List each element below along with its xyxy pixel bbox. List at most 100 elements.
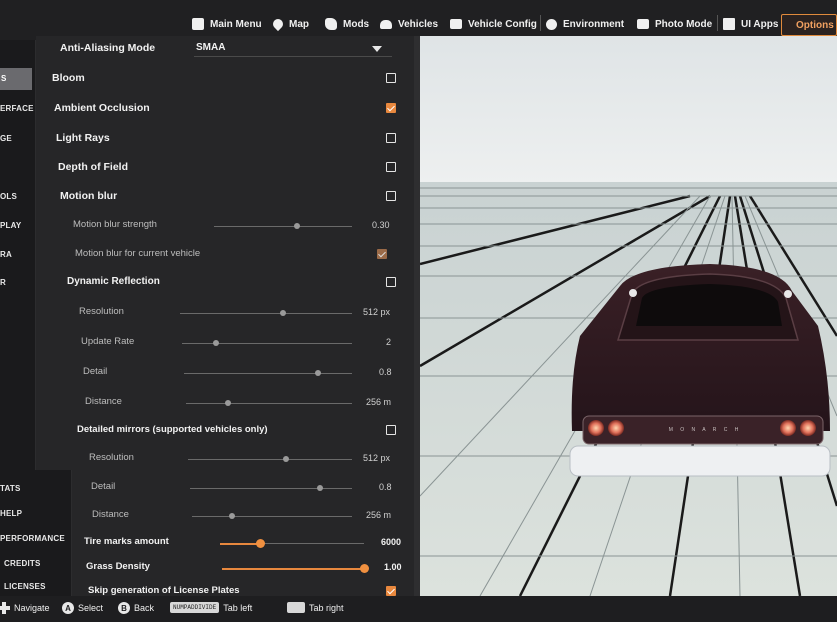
nav-label: Vehicles (398, 18, 439, 30)
slider-handle[interactable] (315, 370, 322, 376)
keyboard-key-icon (287, 602, 305, 613)
nav-label: Photo Mode (655, 18, 713, 30)
category-interface[interactable]: ERFACE (0, 104, 34, 113)
controller-hint-bar: Navigate A Select B Back NUMPADDIVIDE Ta… (0, 596, 837, 622)
slider-track[interactable] (190, 488, 352, 489)
hint-tab-left[interactable]: NUMPADDIVIDE Tab left (170, 602, 252, 613)
nav-vehicle-config[interactable]: Vehicle Config (450, 13, 537, 35)
category-other[interactable]: R (0, 278, 6, 287)
depth-of-field-checkbox[interactable] (386, 162, 396, 172)
detailed-mirrors-checkbox[interactable] (386, 425, 396, 435)
menu-item-performance[interactable]: PERFORMANCE (0, 534, 65, 543)
setting-motion-blur: Motion blur (36, 184, 420, 210)
category-controls[interactable]: OLS (0, 192, 17, 201)
setting-label: Resolution (89, 452, 134, 463)
photo-mode-icon (637, 19, 649, 29)
nav-main-menu[interactable]: Main Menu (192, 13, 262, 35)
slider-handle[interactable] (213, 340, 219, 346)
options-bottom-menu: TATS HELP PERFORMANCE CREDITS LICENSES (0, 470, 72, 596)
slider-fill (220, 543, 261, 545)
setting-label: Skip generation of License Plates (88, 585, 240, 596)
category-camera[interactable]: RA (0, 250, 12, 259)
nav-label: Options (796, 19, 834, 31)
setting-value: 512 px (363, 307, 391, 317)
slider-track[interactable] (186, 403, 352, 404)
slider-handle[interactable] (293, 223, 300, 229)
hint-select[interactable]: A Select (62, 602, 103, 614)
setting-value: 512 px (363, 453, 391, 463)
category-graphics[interactable]: S (0, 68, 32, 90)
menu-item-help[interactable]: HELP (0, 509, 22, 518)
nav-label: Environment (563, 18, 625, 30)
skip-license-plates-checkbox[interactable] (386, 586, 396, 596)
setting-label: Distance (92, 509, 129, 520)
setting-label: Detail (91, 481, 116, 492)
setting-label: Motion blur for current vehicle (75, 248, 201, 259)
setting-skip-license-plates: Skip generation of License Plates (36, 579, 420, 596)
menu-label: TATS (0, 484, 21, 493)
menu-item-credits[interactable]: CREDITS (4, 559, 41, 568)
nav-environment[interactable]: Environment (540, 13, 625, 35)
nav-ui-apps[interactable]: UI Apps (717, 13, 778, 35)
motion-blur-checkbox[interactable] (386, 191, 396, 201)
slider-handle[interactable] (224, 400, 231, 406)
motion-blur-vehicle-checkbox[interactable] (377, 249, 387, 259)
nav-options[interactable]: Options (781, 14, 837, 36)
slider-handle[interactable] (255, 539, 265, 548)
setting-label: Tire marks amount (84, 536, 169, 547)
chevron-down-icon (372, 46, 382, 52)
light-rays-checkbox[interactable] (386, 133, 396, 143)
vehicles-icon (380, 19, 392, 29)
ambient-occlusion-checkbox[interactable] (386, 103, 396, 113)
setting-value: 6000 (381, 537, 402, 547)
category-display[interactable]: PLAY (0, 221, 21, 230)
menu-item-stats[interactable]: TATS (0, 484, 21, 493)
setting-detailed-mirrors: Detailed mirrors (supported vehicles onl… (36, 418, 420, 444)
slider-handle[interactable] (280, 310, 287, 316)
slider-track[interactable] (182, 343, 352, 344)
setting-depth-of-field: Depth of Field (36, 155, 420, 181)
nav-photo-mode[interactable]: Photo Mode (637, 13, 712, 35)
menu-item-licenses[interactable]: LICENSES (4, 582, 46, 591)
slider-handle[interactable] (359, 564, 369, 573)
menu-label: PERFORMANCE (0, 534, 65, 543)
slider-track[interactable] (184, 373, 352, 374)
game-viewport: M O N A R C H (420, 36, 837, 596)
slider-fill (222, 568, 364, 570)
setting-label: Depth of Field (58, 161, 128, 173)
slider-track[interactable] (180, 313, 352, 314)
a-button-icon: A (62, 602, 74, 614)
slider-track[interactable] (188, 459, 352, 460)
category-language[interactable]: GE (0, 134, 12, 143)
hint-back[interactable]: B Back (118, 602, 154, 614)
category-label: ERFACE (0, 104, 34, 113)
setting-dr-distance: Distance 256 m (36, 390, 420, 416)
slider-track[interactable] (192, 516, 352, 517)
nav-vehicles[interactable]: Vehicles (380, 13, 438, 35)
slider-handle[interactable] (229, 513, 235, 519)
vehicle-config-icon (450, 19, 462, 29)
hint-tab-right[interactable]: Tab right (287, 602, 344, 613)
slider-handle[interactable] (283, 456, 290, 462)
anti-aliasing-dropdown[interactable]: SMAA (194, 39, 392, 57)
category-label: RA (0, 250, 12, 259)
slider-track[interactable] (214, 226, 352, 227)
setting-label: Resolution (79, 306, 124, 317)
bloom-checkbox[interactable] (386, 73, 396, 83)
setting-label: Anti-Aliasing Mode (60, 42, 156, 54)
setting-label: Distance (85, 396, 122, 407)
nav-mods[interactable]: Mods (325, 13, 369, 35)
setting-label: Bloom (52, 72, 85, 84)
setting-label: Grass Density (86, 561, 150, 572)
setting-value: 0.8 (379, 482, 392, 492)
nav-map[interactable]: Map (270, 13, 309, 35)
setting-motion-blur-vehicle: Motion blur for current vehicle (36, 242, 420, 268)
dynamic-reflection-checkbox[interactable] (386, 277, 396, 287)
setting-dm-distance: Distance 256 m (36, 503, 420, 529)
setting-light-rays: Light Rays (36, 126, 420, 152)
setting-dr-update-rate: Update Rate 2 (36, 330, 420, 356)
slider-handle[interactable] (316, 485, 323, 491)
setting-dm-resolution: Resolution 512 px (36, 446, 420, 472)
setting-value: 256 m (366, 397, 392, 407)
category-label: GE (0, 134, 12, 143)
